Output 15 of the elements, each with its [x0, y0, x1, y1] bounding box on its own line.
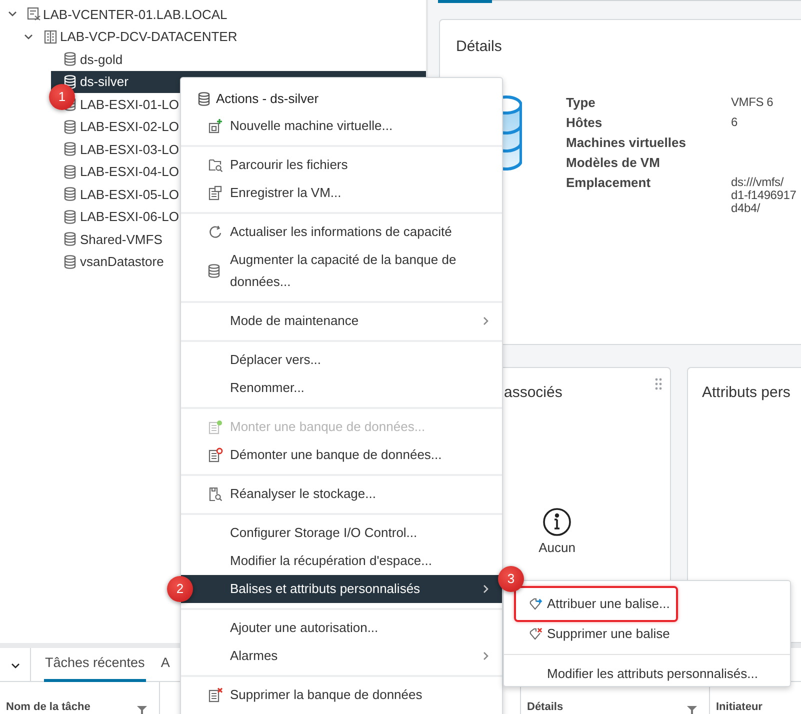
field-value: d4b4/ [731, 202, 760, 214]
field-label: Hôtes [566, 114, 604, 132]
field-label: Machines virtuelles [566, 134, 687, 152]
field-label: Emplacement [566, 174, 652, 192]
card-title: Attributs pers [702, 383, 790, 403]
card-title: associés [504, 383, 562, 403]
field-label: Modèles de VM [566, 154, 661, 172]
card-title: Détails [456, 37, 502, 57]
menu-title: Actions - ds-silver [216, 90, 319, 108]
field-value: VMFS 6 [731, 96, 774, 108]
field-value: d1-f1496917 [731, 188, 796, 202]
field-label: Type [566, 94, 596, 112]
field-value: ds:///vmfs/ [731, 176, 784, 188]
field-value: 6 [731, 116, 738, 128]
empty-state-text: Aucun [538, 539, 576, 557]
